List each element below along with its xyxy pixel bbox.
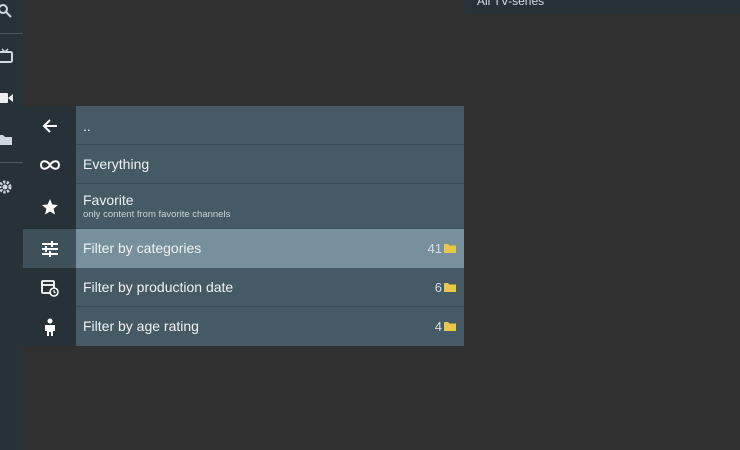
filter-menu: .. Everything Favorite only content from… — [23, 106, 464, 346]
top-breadcrumb: All TV-series — [465, 0, 740, 14]
menu-item-title: .. — [83, 118, 91, 134]
item-count: 6 — [434, 280, 442, 295]
item-count: 41 — [427, 241, 442, 256]
arrow-back-icon — [23, 106, 76, 145]
folder-icon — [444, 283, 456, 292]
infinity-icon — [23, 145, 76, 184]
menu-item-subtitle: only content from favorite channels — [83, 209, 231, 220]
sliders-icon — [23, 229, 76, 268]
item-count: 4 — [434, 319, 442, 334]
folder-icon — [444, 244, 456, 253]
folder-icon — [444, 322, 456, 331]
menu-item-body: Filter by production date 6 — [76, 268, 464, 307]
menu-item-filter-categories[interactable]: Filter by categories 41 — [23, 229, 464, 268]
tv-icon[interactable] — [0, 47, 14, 65]
menu-item-title: Filter by age rating — [83, 318, 199, 334]
menu-item-title: Filter by categories — [83, 240, 202, 256]
menu-item-body: Filter by categories 41 — [76, 229, 464, 268]
menu-item-body: Filter by age rating 4 — [76, 307, 464, 346]
person-icon — [23, 307, 76, 346]
folder-icon[interactable] — [0, 130, 14, 148]
menu-item-back[interactable]: .. — [23, 106, 464, 145]
menu-item-favorite[interactable]: Favorite only content from favorite chan… — [23, 184, 464, 229]
gear-icon[interactable] — [0, 178, 14, 196]
menu-item-body: Favorite only content from favorite chan… — [76, 184, 464, 229]
menu-item-everything[interactable]: Everything — [23, 145, 464, 184]
menu-item-filter-production-date[interactable]: Filter by production date 6 — [23, 268, 464, 307]
menu-item-filter-age-rating[interactable]: Filter by age rating 4 — [23, 307, 464, 346]
calendar-clock-icon — [23, 268, 76, 307]
menu-item-title: Filter by production date — [83, 279, 234, 295]
search-icon[interactable] — [0, 2, 14, 20]
menu-item-body: Everything — [76, 145, 464, 184]
video-camera-icon[interactable] — [0, 89, 14, 107]
nav-rail — [0, 0, 23, 450]
star-icon — [23, 184, 76, 229]
menu-item-title: Favorite — [83, 192, 134, 208]
rail-divider — [0, 33, 23, 34]
menu-item-body: .. — [76, 106, 464, 145]
menu-item-title: Everything — [83, 156, 150, 172]
top-breadcrumb-label: All TV-series — [477, 0, 545, 8]
rail-divider — [0, 162, 23, 163]
